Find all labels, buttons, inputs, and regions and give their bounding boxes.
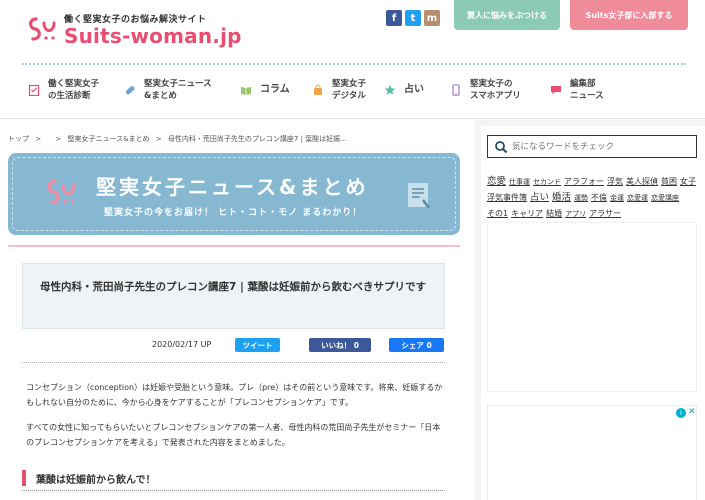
main-nav: 働く堅実女子 の生活診断 堅実女子ニュース &まとめ コラム 堅実女子デジタル 占い… — [22, 70, 686, 110]
breadcrumb-sep: > — [55, 135, 62, 143]
nav-label-line1: 働く堅実女子 — [48, 79, 100, 89]
nav-label-line2: ニュース — [570, 91, 604, 101]
subscribe-icon[interactable]: m — [424, 10, 440, 26]
nav-item-digital[interactable]: 堅実女子 デジタル — [306, 70, 378, 110]
nav-label-line2: の生活診断 — [48, 91, 91, 101]
site-brand: Suits-woman.jp — [64, 25, 242, 47]
tag-link[interactable]: 美人探偵 — [626, 177, 658, 186]
tag-link[interactable]: 恋愛運 — [627, 194, 648, 202]
article-date: 2020/02/17 UP — [152, 340, 212, 349]
tag-link[interactable]: 占い — [530, 192, 549, 203]
star-icon — [384, 84, 396, 95]
nav-label-line1: 堅実女子ニュース — [144, 79, 212, 89]
site-header: 働く堅実女子のお悩み解決サイト Suits-woman.jp f t m 賢人に… — [0, 0, 705, 65]
section-underline — [22, 490, 445, 491]
tag-link[interactable]: その1 — [487, 209, 508, 218]
ad-info-icon[interactable]: i — [676, 408, 686, 418]
nav-label-line2: &まとめ — [144, 91, 177, 101]
brand-part2: woman.jp — [130, 24, 242, 48]
header-divider — [22, 63, 686, 65]
nav-item-editorial[interactable]: 編集部 ニュース — [544, 70, 634, 110]
breadcrumb-sep: > — [35, 135, 42, 143]
newspaper-icon — [408, 183, 430, 209]
tag-link[interactable]: アプリ — [565, 210, 586, 218]
facebook-icon[interactable]: f — [386, 10, 402, 26]
breadcrumb-sep: > — [155, 135, 162, 143]
nav-label-line1: 占い — [404, 84, 424, 95]
banner-subtitle: 堅実女子の今をお届け！ ヒト・コト・モノ まるわかり！ — [104, 208, 363, 218]
banner-title: 堅実女子ニュース&まとめ — [96, 175, 369, 199]
social-links: f t m — [386, 10, 440, 26]
checklist-icon — [28, 84, 40, 96]
tweet-button[interactable]: ツイート — [235, 338, 280, 352]
join-club-button[interactable]: Suits女子部に入部する — [570, 0, 688, 30]
nav-label-line1: 堅実女子の — [470, 79, 513, 89]
search-input[interactable] — [512, 141, 692, 152]
consult-button[interactable]: 賢人に悩みをぶつける — [454, 0, 560, 30]
twitter-icon[interactable]: t — [405, 10, 421, 26]
tag-link[interactable]: 結婚 — [546, 209, 562, 218]
tag-link[interactable]: 仕事運 — [509, 178, 530, 186]
banner-logo-icon — [47, 179, 76, 205]
article-title-box — [22, 263, 445, 329]
like-button[interactable]: いいね！ 0 — [309, 338, 371, 352]
tag-link[interactable]: 金運 — [610, 194, 624, 202]
nav-label-line2: デジタル — [332, 91, 366, 101]
nav-item-column[interactable]: コラム — [234, 70, 306, 110]
facebook-share-button[interactable]: シェア 0 — [389, 338, 444, 352]
nav-item-news[interactable]: 堅実女子ニュース &まとめ — [118, 70, 234, 110]
brand-part1: Suits — [64, 24, 122, 48]
ad-slot[interactable] — [487, 222, 697, 392]
tag-link[interactable]: キャリア — [511, 209, 543, 218]
category-banner[interactable]: 堅実女子ニュース&まとめ 堅実女子の今をお届け！ ヒト・コト・モノ まるわかり！ — [8, 153, 460, 235]
tag-link[interactable]: 不倫 — [591, 193, 607, 202]
tag-link[interactable]: 恋愛講座 — [651, 194, 679, 202]
tag-link[interactable]: アラフォー — [564, 177, 604, 186]
nav-item-apps[interactable]: 堅実女子のスマホアプリ — [444, 70, 544, 110]
share-label: シェア 0 — [401, 340, 432, 350]
breadcrumb-home[interactable]: トップ — [8, 135, 29, 143]
breadcrumb-current: 母性内科・荒田尚子先生のプレコン講座7 | 葉酸は妊娠... — [167, 135, 347, 143]
article-paragraph: コンセプション（conception）は妊娠や受胎という意味。プレ（pre）はそ… — [26, 383, 443, 407]
nav-item-diagnosis[interactable]: 働く堅実女子 の生活診断 — [22, 70, 118, 110]
tweet-label: ツイート — [242, 340, 273, 350]
like-label: いいね！ 0 — [321, 340, 359, 350]
tag-link[interactable]: 浮気 — [607, 177, 623, 186]
tag-link[interactable]: セカンド — [533, 178, 561, 186]
article-title: 母性内科・荒田尚子先生のプレコン講座7 | 葉酸は妊娠前から飲むべきサプリです — [40, 281, 426, 293]
nav-item-fortune[interactable]: 占い — [378, 70, 444, 110]
tag-link[interactable]: アラサー — [589, 209, 621, 218]
ad-close-icon[interactable]: ✕ — [688, 407, 696, 417]
tag-link[interactable]: 貧困 — [661, 177, 677, 186]
bag-icon — [314, 84, 322, 95]
ad-slot[interactable] — [487, 405, 697, 500]
tag-cloud: 恋愛 仕事運 セカンド アラフォー 浮気 美人探偵 貧困 女子浮気事件簿 占い 婚活 運勢 不倫 金運恋… — [487, 174, 699, 222]
article-paragraph: すべての女性に知ってもらいたいとプレコンセプションケアの第一人者、母性内科の荒田… — [26, 423, 441, 447]
tag-link[interactable]: 運勢 — [574, 194, 588, 202]
site-logo[interactable]: 働く堅実女子のお悩み解決サイト Suits-woman.jp — [26, 12, 242, 47]
breadcrumb: トップ > > 堅実女子ニュース&まとめ > 母性内科・荒田尚子先生のプレコン講… — [8, 134, 351, 144]
tag-link[interactable]: 女子 — [680, 177, 696, 186]
breadcrumb-news[interactable]: 堅実女子ニュース&まとめ — [67, 135, 149, 143]
nav-label-line1: 堅実女子 — [332, 79, 367, 89]
phone-icon — [452, 84, 460, 96]
tag-link[interactable]: 浮気事件簿 — [487, 193, 527, 202]
section-heading: 葉酸は妊娠前から飲んで！ — [22, 470, 445, 486]
book-icon — [241, 87, 251, 95]
pill-icon — [125, 86, 135, 95]
article-separator — [22, 362, 445, 363]
nav-label-line1: 編集部 — [570, 79, 596, 89]
tag-link[interactable]: 婚活 — [552, 192, 571, 203]
search-box[interactable] — [487, 135, 697, 158]
nav-divider — [0, 118, 705, 119]
logo-mark-icon — [29, 16, 56, 41]
nav-label-line2: スマホアプリ — [470, 91, 521, 101]
tag-link[interactable]: 恋愛 — [487, 176, 506, 187]
nav-label-line1: コラム — [260, 84, 290, 95]
chat-icon — [551, 86, 561, 95]
search-icon[interactable] — [494, 140, 508, 154]
